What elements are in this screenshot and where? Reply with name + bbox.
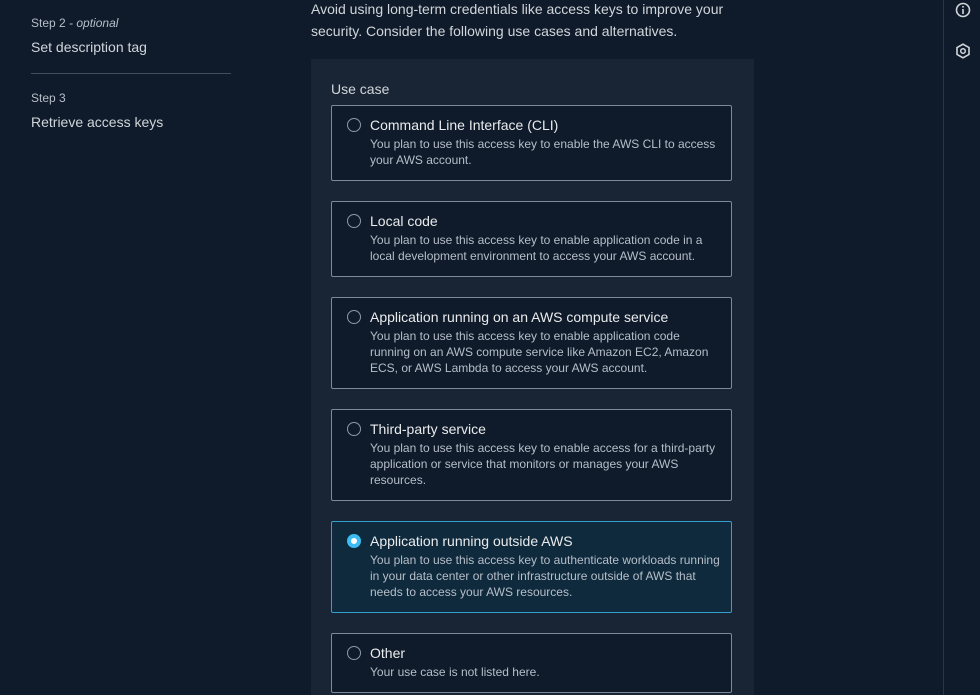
option-description: You plan to use this access key to enabl…: [370, 233, 703, 263]
step-kicker: Step 2 - optional: [31, 15, 147, 31]
use-case-option-local-code[interactable]: Local code You plan to use this access k…: [331, 201, 732, 277]
radio-button[interactable]: [347, 118, 361, 132]
page: Step 2 - optional Set description tag St…: [0, 0, 980, 695]
step-3[interactable]: Step 3 Retrieve access keys: [31, 90, 163, 132]
step-number: Step 3: [31, 91, 66, 105]
info-icon[interactable]: [955, 2, 971, 18]
option-description: You plan to use this access key to enabl…: [370, 329, 709, 375]
option-description: You plan to use this access key to enabl…: [370, 441, 716, 487]
option-title: Other: [370, 645, 406, 661]
use-case-label: Use case: [331, 81, 390, 97]
radio-button-selected[interactable]: [347, 534, 361, 548]
right-rail: [943, 0, 980, 695]
radio-button[interactable]: [347, 646, 361, 660]
hexagon-icon[interactable]: [955, 43, 971, 59]
radio-button[interactable]: [347, 422, 361, 436]
step-title[interactable]: Set description tag: [31, 37, 147, 57]
intro-text: Avoid using long-term credentials like a…: [311, 1, 724, 39]
radio-button[interactable]: [347, 310, 361, 324]
option-title: Application running outside AWS: [370, 533, 573, 549]
use-case-option-cli[interactable]: Command Line Interface (CLI) You plan to…: [331, 105, 732, 181]
step-kicker: Step 3: [31, 90, 163, 106]
use-case-panel: Use case Command Line Interface (CLI) Yo…: [311, 59, 754, 695]
option-title: Command Line Interface (CLI): [370, 117, 559, 133]
option-title: Third-party service: [370, 421, 486, 437]
step-number: Step 2: [31, 16, 66, 30]
option-description: You plan to use this access key to authe…: [370, 553, 720, 599]
use-case-option-aws-compute[interactable]: Application running on an AWS compute se…: [331, 297, 732, 389]
step-2[interactable]: Step 2 - optional Set description tag: [31, 15, 147, 57]
use-case-option-outside-aws[interactable]: Application running outside AWS You plan…: [331, 521, 732, 613]
use-case-option-other[interactable]: Other Your use case is not listed here.: [331, 633, 732, 693]
option-title: Application running on an AWS compute se…: [370, 309, 669, 325]
step-title[interactable]: Retrieve access keys: [31, 112, 163, 132]
option-description: Your use case is not listed here.: [370, 665, 540, 679]
radio-button[interactable]: [347, 214, 361, 228]
use-case-option-third-party[interactable]: Third-party service You plan to use this…: [331, 409, 732, 501]
step-divider: [31, 73, 231, 74]
step-optional: - optional: [65, 16, 119, 30]
option-title: Local code: [370, 213, 438, 229]
option-description: You plan to use this access key to enabl…: [370, 137, 716, 167]
